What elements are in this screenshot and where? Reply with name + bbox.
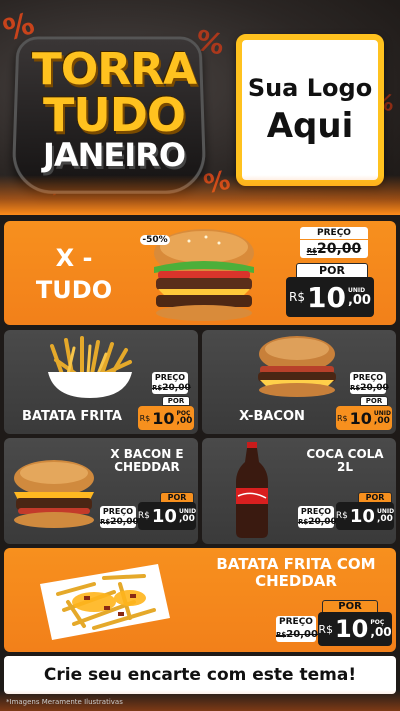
- price-dec: ,00: [374, 417, 390, 426]
- old-price-value: 20,00: [308, 517, 336, 527]
- old-price-value: 20,00: [162, 383, 190, 393]
- currency: R$: [336, 511, 348, 521]
- price-int: 10: [350, 506, 375, 527]
- currency: R$: [140, 414, 151, 423]
- new-price: R$ 10 UNID ,00: [286, 277, 374, 317]
- product-name: X-BACON: [222, 410, 322, 424]
- por-label: POR: [360, 396, 388, 406]
- old-currency: R$: [152, 384, 162, 392]
- header: % % % % % TORRA TUDO JANEIRO Sua Logo Aq…: [0, 0, 400, 215]
- old-price: R$20,00: [276, 628, 316, 642]
- fire-glow: [0, 175, 400, 215]
- por-label: POR: [162, 396, 190, 406]
- old-price-value: 20,00: [360, 383, 388, 393]
- new-price: R$ 10 UNID ,00: [336, 502, 394, 530]
- product-card-x-bacon-cheddar[interactable]: X BACON E CHEDDAR POR PREÇO R$20,00 R$ 1…: [4, 438, 198, 544]
- logo-text-line1: Sua Logo: [248, 74, 372, 102]
- product-name-line1: BATATA FRITA COM: [200, 556, 392, 573]
- old-price-value: 20,00: [317, 241, 361, 257]
- soda-bottle-icon: [232, 442, 272, 540]
- old-currency: R$: [350, 384, 360, 392]
- product-name-line2: 2L: [298, 461, 392, 474]
- old-currency: R$: [100, 518, 110, 526]
- old-price: R$20,00: [152, 382, 188, 394]
- title-line-3: JANEIRO: [4, 136, 224, 174]
- burger-icon: [8, 458, 100, 530]
- price-int: 10: [152, 506, 177, 527]
- price-int: 10: [335, 615, 368, 643]
- preco-label: PREÇO: [276, 616, 316, 628]
- price-dec: ,00: [377, 515, 393, 524]
- currency: R$: [318, 623, 333, 636]
- product-card-batata-frita[interactable]: BATATA FRITA PREÇO R$20,00 POR R$ 10 POÇ…: [4, 330, 198, 434]
- new-price: R$ 10 POÇ ,00: [318, 612, 392, 646]
- product-name-line1: X -: [24, 245, 124, 271]
- discount-badge: -50%: [140, 235, 170, 245]
- product-card-x-tudo[interactable]: X - TUDO -50% PREÇO R$20,00 POR R$ 10 UN…: [4, 221, 396, 325]
- currency: R$: [289, 290, 305, 304]
- fries-icon: [42, 334, 138, 400]
- price-dec: ,00: [179, 515, 195, 524]
- old-price: R$20,00: [350, 382, 386, 394]
- price-dec: ,00: [370, 626, 391, 638]
- price-dec: ,00: [176, 417, 192, 426]
- old-currency: R$: [276, 631, 286, 639]
- old-price-value: 20,00: [110, 517, 138, 527]
- title-line-2: TUDO: [4, 88, 224, 142]
- cta-text: Crie seu encarte com este tema!: [44, 665, 356, 685]
- old-price: R$20,00: [100, 516, 136, 528]
- old-currency: R$: [298, 518, 308, 526]
- burger-icon: [252, 334, 342, 398]
- logo-placeholder[interactable]: Sua Logo Aqui: [236, 34, 384, 186]
- price-int: 10: [307, 281, 346, 314]
- price-dec: ,00: [348, 294, 371, 307]
- old-currency: R$: [307, 247, 317, 255]
- product-name-line2: CHEDDAR: [200, 573, 392, 590]
- old-price: R$20,00: [298, 516, 334, 528]
- price-int: 10: [152, 409, 174, 428]
- old-price: R$20,00: [300, 240, 368, 258]
- disclaimer: *Imagens Meramente Ilustrativas: [6, 698, 123, 706]
- currency: R$: [337, 414, 348, 423]
- preco-label: PREÇO: [300, 227, 368, 239]
- product-card-batata-cheddar[interactable]: BATATA FRITA COM CHEDDAR POR PREÇO R$20,…: [4, 548, 396, 652]
- por-label: POR: [296, 263, 368, 278]
- logo-text-line2: Aqui: [267, 106, 354, 146]
- currency: R$: [138, 511, 150, 521]
- product-card-x-bacon[interactable]: X-BACON PREÇO R$20,00 POR R$ 10 UNID ,00: [202, 330, 396, 434]
- product-name-line2: TUDO: [24, 277, 124, 303]
- new-price: R$ 10 UNID ,00: [138, 502, 196, 530]
- fries-plate-icon: [34, 554, 174, 648]
- product-name: BATATA FRITA: [12, 410, 132, 424]
- product-card-coca-cola[interactable]: COCA COLA 2L POR PREÇO R$20,00 R$ 10 UNI…: [202, 438, 396, 544]
- new-price: R$ 10 POÇ ,00: [138, 406, 194, 430]
- old-price-value: 20,00: [286, 629, 318, 640]
- cta-banner[interactable]: Crie seu encarte com este tema!: [4, 656, 396, 694]
- price-int: 10: [350, 409, 372, 428]
- new-price: R$ 10 UNID ,00: [336, 406, 392, 430]
- product-name-line2: CHEDDAR: [100, 461, 194, 474]
